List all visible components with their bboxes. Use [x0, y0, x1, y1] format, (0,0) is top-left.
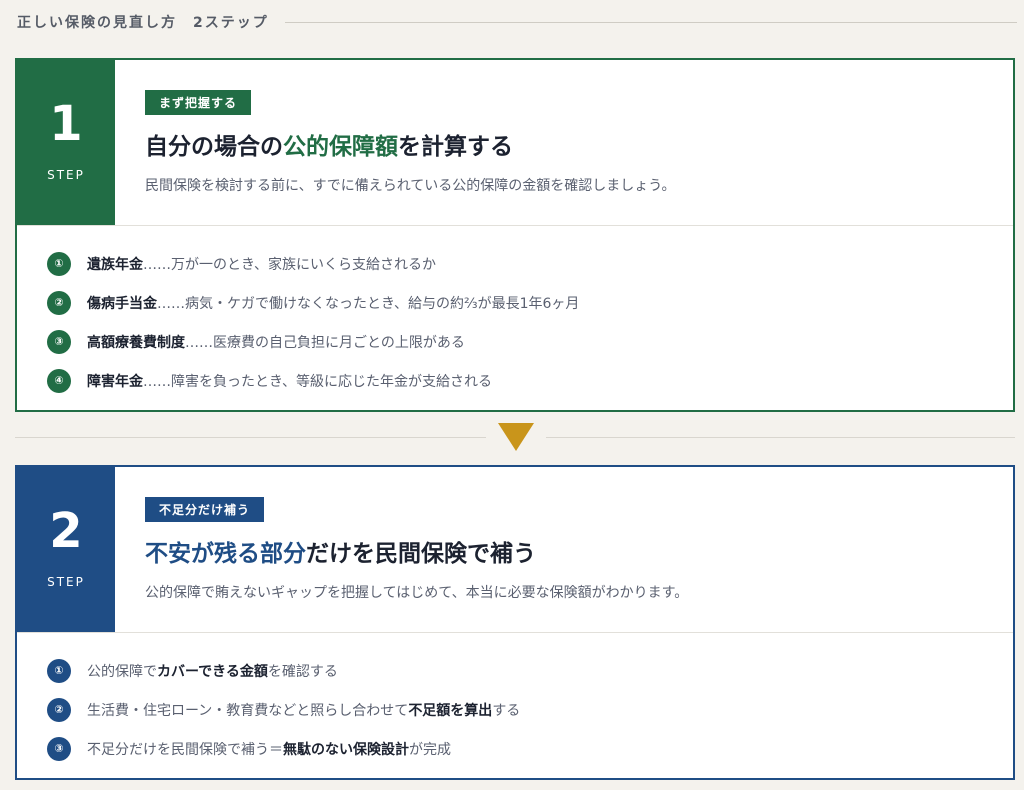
number-badge: ①	[47, 658, 71, 683]
item-text: ……病気・ケガで働けなくなったとき、給与の約⅔が最長1年6ヶ月	[157, 295, 580, 312]
step2-heading: 不足分だけ補う 不安が残る部分だけを民間保険で補う 公的保障で賄えないギャップを…	[145, 497, 993, 602]
number-badge: ③	[47, 329, 71, 354]
item-bold: 不足額を算出	[408, 702, 493, 719]
step1-title-post: を計算する	[398, 133, 513, 160]
item-text: ……障害を負ったとき、等級に応じた年金が支給される	[143, 373, 493, 390]
number-badge: ③	[47, 736, 71, 761]
step1-title-pre: 自分の場合の	[145, 133, 283, 160]
step2-number-block: 2 STEP	[17, 467, 115, 632]
step1-title: 自分の場合の公的保障額を計算する	[145, 127, 993, 161]
item-text: が完成	[409, 741, 451, 758]
list-item: ④ 障害年金 ……障害を負ったとき、等級に応じた年金が支給される	[47, 361, 1013, 400]
step1-subtitle: 民間保険を検討する前に、すでに備えられている公的保障の金額を確認しましょう。	[145, 178, 676, 194]
step2-step-label: STEP	[47, 575, 85, 589]
header-divider	[284, 21, 1017, 23]
step1-number: 1	[49, 96, 83, 152]
item-bold: 遺族年金	[87, 256, 143, 273]
list-item: ③ 不足分だけを民間保険で補う＝ 無駄のない保険設計 が完成	[47, 729, 1013, 768]
step2-number: 2	[49, 503, 83, 559]
step1-step-label: STEP	[47, 168, 85, 182]
step2-title-post: だけを民間保険で補う	[306, 540, 536, 567]
section-header: 正しい保険の見直し方 2ステップ	[17, 10, 1017, 34]
list-item: ① 遺族年金 ……万が一のとき、家族にいくら支給されるか	[47, 244, 1013, 283]
step1-list: ① 遺族年金 ……万が一のとき、家族にいくら支給されるか ② 傷病手当金 ……病気・ケガ…	[17, 226, 1013, 400]
item-bold: 傷病手当金	[87, 295, 157, 312]
down-triangle-icon	[498, 423, 534, 451]
item-text: を確認する	[267, 663, 338, 680]
step2-subtitle: 公的保障で賄えないギャップを把握してはじめて、本当に必要な保険額がわかります。	[145, 585, 689, 601]
step2-list: ① 公的保障で カバーできる金額 を確認する ② 生活費・住宅ローン・教育費などと照らし…	[17, 633, 1013, 768]
number-badge: ②	[47, 290, 71, 315]
step2-title: 不安が残る部分だけを民間保険で補う	[145, 534, 993, 568]
number-badge: ①	[47, 251, 71, 276]
number-badge: ②	[47, 697, 71, 722]
item-bold: カバーできる金額	[157, 663, 268, 680]
step2-header: 2 STEP 不足分だけ補う 不安が残る部分だけを民間保険で補う 公的保障で賄え…	[17, 467, 1013, 633]
item-bold: 無駄のない保険設計	[283, 741, 409, 758]
item-text: ……医療費の自己負担に月ごとの上限がある	[185, 334, 465, 351]
step1-header: 1 STEP まず把握する 自分の場合の公的保障額を計算する 民間保険を検討する…	[17, 60, 1013, 226]
list-item: ② 傷病手当金 ……病気・ケガで働けなくなったとき、給与の約⅔が最長1年6ヶ月	[47, 283, 1013, 322]
step1-card: 1 STEP まず把握する 自分の場合の公的保障額を計算する 民間保険を検討する…	[15, 58, 1015, 412]
item-text: 公的保障で	[87, 663, 157, 680]
step2-tag: 不足分だけ補う	[145, 497, 265, 522]
item-text: する	[492, 702, 521, 719]
item-bold: 障害年金	[87, 373, 143, 390]
item-text: 不足分だけを民間保険で補う＝	[87, 741, 283, 758]
number-badge: ④	[47, 368, 71, 393]
item-text: 生活費・住宅ローン・教育費などと照らし合わせて	[87, 702, 409, 719]
list-item: ② 生活費・住宅ローン・教育費などと照らし合わせて 不足額を算出 する	[47, 690, 1013, 729]
step1-heading: まず把握する 自分の場合の公的保障額を計算する 民間保険を検討する前に、すでに備…	[145, 90, 993, 195]
item-text: ……万が一のとき、家族にいくら支給されるか	[143, 256, 437, 273]
list-item: ① 公的保障で カバーできる金額 を確認する	[47, 651, 1013, 690]
step2-card: 2 STEP 不足分だけ補う 不安が残る部分だけを民間保険で補う 公的保障で賄え…	[15, 465, 1015, 780]
step1-tag: まず把握する	[145, 90, 252, 115]
step2-title-highlight: 不安が残る部分	[145, 540, 306, 567]
item-bold: 高額療養費制度	[87, 334, 185, 351]
list-item: ③ 高額療養費制度 ……医療費の自己負担に月ごとの上限がある	[47, 322, 1013, 361]
step1-title-highlight: 公的保障額	[283, 133, 398, 160]
step1-number-block: 1 STEP	[17, 60, 115, 225]
section-title: 正しい保険の見直し方 2ステップ	[17, 15, 269, 31]
